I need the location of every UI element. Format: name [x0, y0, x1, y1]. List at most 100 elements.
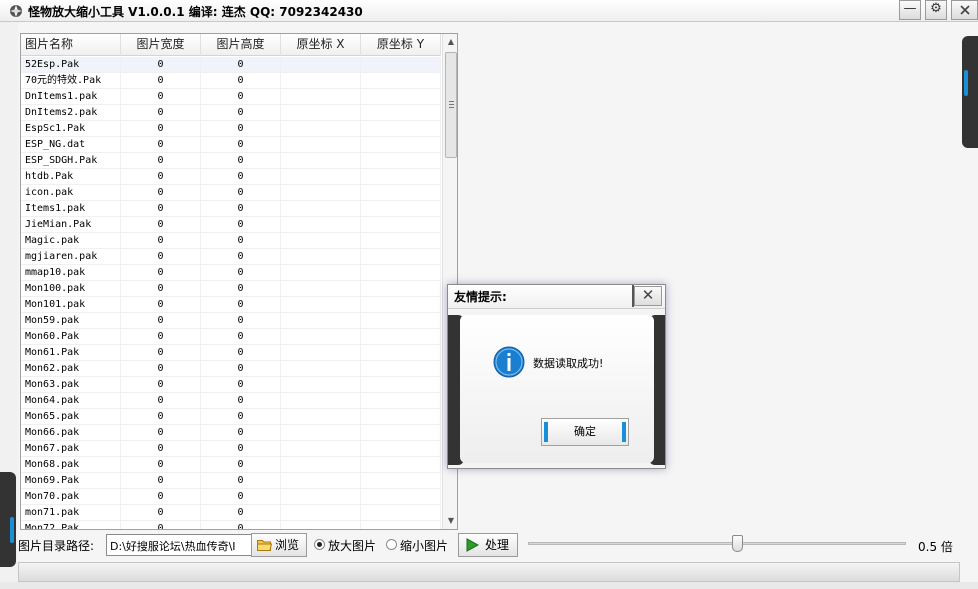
table-row[interactable]: icon.pak 0 0	[21, 185, 441, 201]
table-cell: 0	[201, 153, 281, 168]
table-row[interactable]: Mon64.pak 0 0	[21, 393, 441, 409]
table-cell: Mon101.pak	[21, 297, 121, 312]
table-cell: Mon67.pak	[21, 441, 121, 456]
table-cell	[281, 393, 361, 408]
table-cell: htdb.Pak	[21, 169, 121, 184]
table-row[interactable]: Mon65.pak 0 0	[21, 409, 441, 425]
table-cell	[361, 457, 441, 472]
table-cell: Mon66.pak	[21, 425, 121, 440]
column-header-name[interactable]: 图片名称	[21, 34, 121, 56]
shrink-radio[interactable]	[386, 539, 397, 550]
table-cell: 0	[121, 89, 201, 104]
table-cell: 0	[121, 57, 201, 72]
scroll-up-arrow[interactable]: ▲	[443, 34, 457, 50]
table-row[interactable]: Mon63.pak 0 0	[21, 377, 441, 393]
table-cell	[361, 249, 441, 264]
table-row[interactable]: Mon60.Pak 0 0	[21, 329, 441, 345]
table-cell: 0	[201, 441, 281, 456]
table-cell: 0	[121, 361, 201, 376]
browse-button[interactable]: 浏览	[251, 533, 307, 557]
settings-button[interactable]: ⚙	[925, 0, 947, 20]
table-row[interactable]: mon71.pak 0 0	[21, 505, 441, 521]
dialog-titlebar: 友情提示: ✕	[448, 285, 665, 309]
table-cell	[281, 121, 361, 136]
table-row[interactable]: 52Esp.Pak 0 0	[21, 57, 441, 73]
scale-slider-thumb[interactable]	[732, 535, 743, 552]
table-cell	[361, 345, 441, 360]
table-row[interactable]: Mon68.pak 0 0	[21, 457, 441, 473]
process-button[interactable]: 处理	[458, 533, 518, 557]
dialog-ok-button[interactable]: 确定	[541, 418, 629, 446]
table-cell	[361, 105, 441, 120]
file-list[interactable]: 图片名称 图片宽度 图片高度 原坐标 X 原坐标 Y 52Esp.Pak 0 0 70…	[20, 33, 458, 530]
table-cell	[281, 377, 361, 392]
table-row[interactable]: Mon72.Pak 0 0	[21, 521, 441, 529]
scroll-thumb[interactable]	[445, 52, 457, 158]
table-row[interactable]: ESP_SDGH.Pak 0 0	[21, 153, 441, 169]
table-row[interactable]: Mon62.pak 0 0	[21, 361, 441, 377]
scroll-down-arrow[interactable]: ▼	[443, 513, 457, 529]
enlarge-radio[interactable]	[314, 539, 325, 550]
table-row[interactable]: EspSc1.Pak 0 0	[21, 121, 441, 137]
table-row[interactable]: htdb.Pak 0 0	[21, 169, 441, 185]
table-row[interactable]: Mon67.pak 0 0	[21, 441, 441, 457]
table-cell: EspSc1.Pak	[21, 121, 121, 136]
settings-icon: ⚙	[930, 1, 942, 16]
table-row[interactable]: Mon100.pak 0 0	[21, 281, 441, 297]
table-row[interactable]: Mon101.pak 0 0	[21, 297, 441, 313]
table-cell: 0	[121, 121, 201, 136]
table-row[interactable]: Mon69.Pak 0 0	[21, 473, 441, 489]
shrink-label[interactable]: 缩小图片	[400, 537, 448, 554]
table-cell	[361, 137, 441, 152]
table-cell: 0	[201, 473, 281, 488]
table-cell	[361, 441, 441, 456]
frame-bottom	[0, 582, 978, 589]
table-row[interactable]: mgjiaren.pak 0 0	[21, 249, 441, 265]
table-cell: 0	[201, 489, 281, 504]
table-row[interactable]: Mon66.pak 0 0	[21, 425, 441, 441]
table-cell	[361, 233, 441, 248]
table-cell: 0	[121, 425, 201, 440]
table-cell: 0	[121, 169, 201, 184]
table-row[interactable]: ESP_NG.dat 0 0	[21, 137, 441, 153]
table-cell: ESP_SDGH.Pak	[21, 153, 121, 168]
table-cell: Mon63.pak	[21, 377, 121, 392]
column-header-width[interactable]: 图片宽度	[121, 34, 201, 56]
table-row[interactable]: Mon59.pak 0 0	[21, 313, 441, 329]
table-cell: 0	[121, 185, 201, 200]
close-button[interactable]	[951, 0, 978, 20]
table-cell	[281, 313, 361, 328]
table-row[interactable]: DnItems1.pak 0 0	[21, 89, 441, 105]
enlarge-label[interactable]: 放大图片	[328, 537, 376, 554]
column-header-orig-x[interactable]: 原坐标 X	[281, 34, 361, 56]
frame-left-decoration	[0, 22, 18, 589]
table-cell: 0	[121, 409, 201, 424]
app-logo-icon	[10, 5, 22, 17]
table-cell	[361, 201, 441, 216]
table-row[interactable]: 70元的特效.Pak 0 0	[21, 73, 441, 89]
table-row[interactable]: Mon70.pak 0 0	[21, 489, 441, 505]
table-row[interactable]: Magic.pak 0 0	[21, 233, 441, 249]
table-cell	[361, 281, 441, 296]
table-row[interactable]: DnItems2.pak 0 0	[21, 105, 441, 121]
table-cell	[281, 153, 361, 168]
minimize-button[interactable]: —	[899, 0, 921, 20]
table-cell	[361, 89, 441, 104]
table-cell	[361, 489, 441, 504]
dialog-close-button[interactable]: ✕	[634, 286, 662, 306]
table-row[interactable]: Items1.pak 0 0	[21, 201, 441, 217]
column-header-height[interactable]: 图片高度	[201, 34, 281, 56]
table-row[interactable]: Mon61.Pak 0 0	[21, 345, 441, 361]
table-cell: Mon69.Pak	[21, 473, 121, 488]
table-cell	[361, 505, 441, 520]
path-input[interactable]: D:\好搜服论坛\热血传奇\I	[106, 534, 270, 556]
table-cell: 0	[201, 89, 281, 104]
table-cell: 0	[201, 265, 281, 280]
column-header-orig-y[interactable]: 原坐标 Y	[361, 34, 441, 56]
table-cell: 70元的特效.Pak	[21, 73, 121, 88]
table-row[interactable]: JieMian.Pak 0 0	[21, 217, 441, 233]
scale-slider-track[interactable]	[528, 542, 906, 545]
table-cell: 0	[201, 233, 281, 248]
table-cell: Mon59.pak	[21, 313, 121, 328]
table-row[interactable]: mmap10.pak 0 0	[21, 265, 441, 281]
